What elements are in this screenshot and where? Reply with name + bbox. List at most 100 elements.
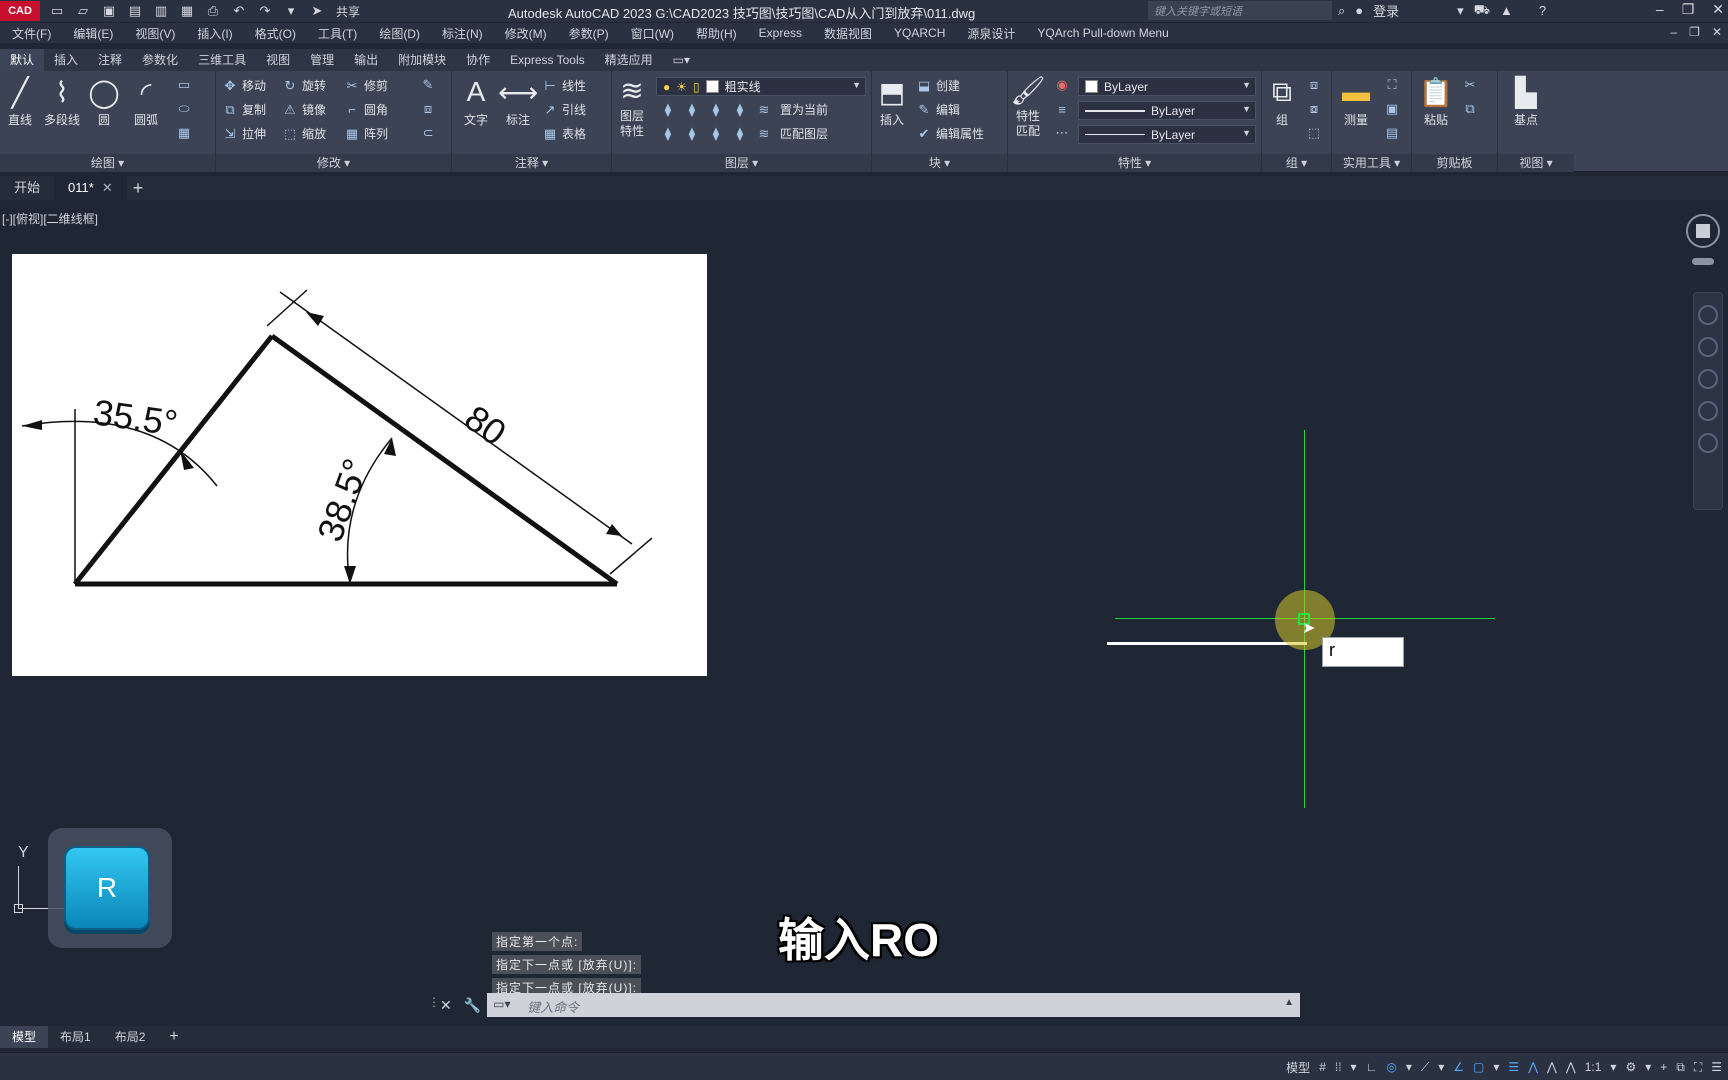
copy-clip-button[interactable]: ⧉ bbox=[1462, 101, 1478, 117]
doc-restore-icon[interactable]: ❐ bbox=[1689, 25, 1700, 39]
annotation-scale-icon[interactable]: ⋀ bbox=[1566, 1057, 1576, 1077]
view-panel-label[interactable]: 视图 ▾ bbox=[1498, 154, 1574, 172]
snap-icon[interactable]: ⁞⁞ bbox=[1335, 1057, 1342, 1077]
menu-yqarch-pulldown[interactable]: YQArch Pull-down Menu bbox=[1037, 26, 1168, 40]
fullscreen-icon[interactable]: ⛶ bbox=[1694, 1057, 1702, 1077]
groups-panel-label[interactable]: 组 ▾ bbox=[1262, 154, 1331, 172]
explode-button[interactable]: ⧈ bbox=[420, 101, 436, 117]
search-icon[interactable]: ⌕ bbox=[1338, 3, 1345, 19]
pan-icon[interactable] bbox=[1698, 337, 1718, 357]
login-button[interactable]: 登录 bbox=[1373, 1, 1399, 20]
fillet-button[interactable]: ⌐ 圆角 bbox=[344, 101, 388, 118]
viewcube[interactable] bbox=[1686, 214, 1720, 248]
share-icon[interactable]: ➤ bbox=[308, 3, 326, 19]
dimension-button[interactable]: ⟷ 标注 bbox=[498, 75, 538, 128]
tab-express-tools[interactable]: Express Tools bbox=[500, 49, 594, 71]
doc-close-icon[interactable]: ✕ bbox=[1712, 25, 1722, 39]
group-button[interactable]: ⧉ 组 bbox=[1262, 75, 1302, 128]
dynamic-input-field[interactable]: r bbox=[1322, 637, 1404, 667]
lineweight-dropdown[interactable]: ByLayer ▼ bbox=[1078, 101, 1256, 120]
menu-yuanquan[interactable]: 源泉设计 bbox=[967, 25, 1015, 42]
menu-yqarch[interactable]: YQARCH bbox=[894, 26, 945, 40]
color-dropdown[interactable]: ByLayer ▼ bbox=[1078, 77, 1256, 96]
trim-button[interactable]: ✂ 修剪 bbox=[344, 77, 388, 94]
annotation-visibility-icon[interactable]: ⋀ bbox=[1528, 1057, 1538, 1077]
minimize-icon[interactable]: – bbox=[1656, 1, 1664, 18]
quick-select-button[interactable]: ⛶ bbox=[1384, 77, 1400, 93]
utilities-panel-label[interactable]: 实用工具 ▾ bbox=[1332, 154, 1411, 172]
menu-parametric[interactable]: 参数(P) bbox=[569, 25, 609, 42]
layer-dropdown[interactable]: ● ☀ ▯ 粗实线 ▼ bbox=[656, 77, 866, 96]
annotation-panel-label[interactable]: 注释 ▾ bbox=[452, 154, 611, 172]
close-icon[interactable]: ✕ bbox=[1712, 1, 1724, 18]
menu-dimension[interactable]: 标注(N) bbox=[442, 25, 483, 42]
ribbon-toggle-icon[interactable]: ▭▾ bbox=[663, 49, 700, 71]
tab-home[interactable]: 默认 bbox=[0, 49, 45, 71]
edit-block-button[interactable]: ✎ 编辑 bbox=[916, 101, 960, 118]
export-icon[interactable]: ▦ bbox=[178, 3, 196, 19]
add-layout-icon[interactable]: + bbox=[157, 1026, 190, 1048]
workspace-dropdown-icon[interactable]: ▾ bbox=[1645, 1057, 1651, 1077]
polar-tracking-icon[interactable]: ◎ bbox=[1386, 1057, 1396, 1077]
offset-button[interactable]: ⊂ bbox=[420, 125, 436, 141]
rotate-button[interactable]: ↻ 旋转 bbox=[282, 77, 326, 94]
layer-lock-tool-icon[interactable]: ⧫ bbox=[732, 102, 748, 118]
base-point-button[interactable]: ▙ 基点 bbox=[1506, 75, 1546, 128]
isolate-objects-icon[interactable]: ⧉ bbox=[1676, 1057, 1685, 1077]
customize-status-icon[interactable]: ☰ bbox=[1711, 1057, 1722, 1077]
circle-button[interactable]: ◯ 圆 bbox=[84, 75, 124, 128]
ungroup-button[interactable]: ⧈ bbox=[1306, 77, 1322, 93]
share-button[interactable]: 共享 bbox=[336, 3, 360, 20]
menu-express[interactable]: Express bbox=[759, 26, 802, 40]
line-button[interactable]: ╱ 直线 bbox=[0, 75, 40, 128]
table-button[interactable]: ▦ 表格 bbox=[542, 125, 586, 142]
move-button[interactable]: ✥ 移动 bbox=[222, 77, 266, 94]
measure-button[interactable]: ▬ 测量 bbox=[1336, 75, 1376, 128]
command-input[interactable]: ▭▾ 键入命令 ▲ bbox=[487, 993, 1300, 1017]
isodraft-dropdown-icon[interactable]: ▾ bbox=[1438, 1057, 1444, 1077]
tab-model[interactable]: 模型 bbox=[0, 1026, 49, 1048]
plus-icon[interactable]: + bbox=[1660, 1057, 1667, 1077]
block-panel-label[interactable]: 块 ▾ bbox=[872, 154, 1007, 172]
lineweight-toggle-icon[interactable]: ☰ bbox=[1508, 1057, 1519, 1077]
menu-format[interactable]: 格式(O) bbox=[255, 25, 296, 42]
layer-unisolate-icon[interactable]: ⧫ bbox=[684, 126, 700, 142]
match-layer-button[interactable]: 匹配图层 bbox=[780, 125, 828, 142]
color-wheel-button[interactable]: ◉ bbox=[1054, 77, 1070, 93]
tab-parametric[interactable]: 参数化 bbox=[132, 49, 188, 71]
wcs-indicator[interactable] bbox=[1692, 258, 1714, 265]
properties-panel-label[interactable]: 特性 ▾ bbox=[1008, 154, 1261, 172]
leader-button[interactable]: ↗ 引线 bbox=[542, 101, 586, 118]
autodesk-account-icon[interactable]: ▲ bbox=[1500, 3, 1513, 18]
mirror-button[interactable]: ⚠ 镜像 bbox=[282, 101, 326, 118]
object-snap-icon[interactable]: ▢ bbox=[1473, 1057, 1484, 1077]
tab-3d-tools[interactable]: 三维工具 bbox=[188, 49, 256, 71]
cut-button[interactable]: ✂ bbox=[1462, 77, 1478, 93]
redo-icon[interactable]: ↷ bbox=[256, 3, 274, 19]
model-space-button[interactable]: 模型 bbox=[1286, 1057, 1310, 1077]
tab-output[interactable]: 输出 bbox=[344, 49, 388, 71]
tab-view[interactable]: 视图 bbox=[256, 49, 300, 71]
tab-start[interactable]: 开始 bbox=[0, 176, 54, 200]
paste-button[interactable]: 📋 粘贴 bbox=[1416, 75, 1456, 128]
insert-block-button[interactable]: ⬒ 插入 bbox=[872, 75, 912, 128]
new-tab-icon[interactable]: + bbox=[133, 178, 144, 199]
erase-button[interactable]: ✎ bbox=[420, 77, 436, 93]
scale-dropdown-icon[interactable]: ▾ bbox=[1610, 1057, 1616, 1077]
draw-panel-label[interactable]: 绘图 ▾ bbox=[0, 154, 215, 172]
undo-icon[interactable]: ↶ bbox=[230, 3, 248, 19]
reference-image[interactable]: 35.5° 38.5° 80 bbox=[12, 254, 707, 676]
layer-properties-button[interactable]: ≋ 图层 特性 bbox=[612, 73, 652, 139]
linetype-button[interactable]: ⋯ bbox=[1054, 125, 1070, 141]
arc-button[interactable]: ◜ 圆弧 bbox=[126, 75, 166, 128]
linetype-dropdown[interactable]: ByLayer ▼ bbox=[1078, 125, 1256, 144]
match-properties-button[interactable]: 🖌 特性 匹配 bbox=[1008, 73, 1048, 139]
menu-help[interactable]: 帮助(H) bbox=[696, 25, 737, 42]
close-tab-icon[interactable]: ✕ bbox=[102, 180, 113, 195]
app-logo[interactable]: CAD bbox=[0, 1, 40, 21]
tab-layout2[interactable]: 布局2 bbox=[103, 1026, 158, 1048]
menu-window[interactable]: 窗口(W) bbox=[631, 25, 674, 42]
open-file-icon[interactable]: ▱ bbox=[74, 3, 92, 19]
menu-tools[interactable]: 工具(T) bbox=[318, 25, 357, 42]
tab-manage[interactable]: 管理 bbox=[300, 49, 344, 71]
